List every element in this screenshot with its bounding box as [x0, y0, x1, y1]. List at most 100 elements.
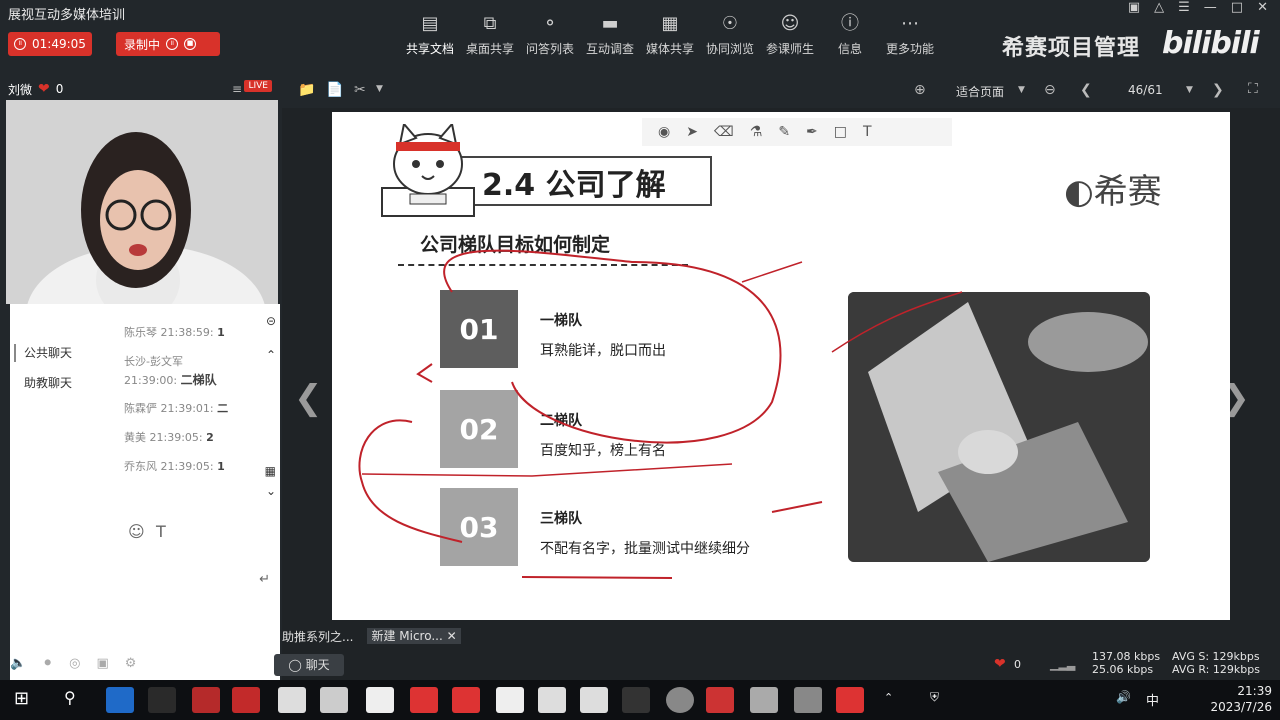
close-icon[interactable]: ✕: [447, 629, 457, 643]
live-badge: LIVE: [244, 80, 272, 92]
pdf-icon[interactable]: [452, 687, 480, 713]
tab-assistant-chat[interactable]: 助教聊天: [24, 374, 72, 391]
info-icon: ⓘ: [841, 13, 859, 34]
scroll-up-icon[interactable]: ⌃: [266, 348, 276, 362]
text-format-icon[interactable]: T: [156, 522, 166, 541]
nvidia-icon[interactable]: [622, 687, 650, 713]
clock[interactable]: 21:39 2023/7/26: [1210, 683, 1272, 715]
fullscreen-icon[interactable]: ⛶: [1248, 81, 1258, 97]
app-icon[interactable]: [410, 687, 438, 713]
app-icon[interactable]: [666, 687, 694, 713]
ie-icon[interactable]: [106, 687, 134, 713]
microphone-icon[interactable]: ⚫: [42, 656, 53, 671]
heart-icon[interactable]: ❤: [38, 81, 50, 97]
presenter-name: 刘微: [8, 82, 33, 97]
stop-record-icon[interactable]: ■: [184, 38, 197, 50]
red-annotations: [358, 249, 963, 579]
minimize-icon[interactable]: —: [1204, 0, 1217, 15]
screen-icon[interactable]: ▣: [96, 656, 108, 671]
list-icon[interactable]: ≡: [232, 82, 242, 96]
settings-icon[interactable]: ▣: [1128, 0, 1140, 15]
app-icon[interactable]: [794, 687, 822, 713]
subtab-boost[interactable]: 助推系列之...: [282, 628, 353, 645]
volume-icon[interactable]: 🔊: [1116, 690, 1131, 704]
tab-public-chat[interactable]: 公共聊天: [24, 344, 72, 361]
app-icon[interactable]: [496, 687, 524, 713]
folder-icon[interactable]: 📁: [298, 82, 315, 98]
avg-send: AVG S: 129kbps: [1172, 650, 1260, 663]
speaker-icon[interactable]: 🔈: [10, 656, 26, 671]
app-icon[interactable]: [836, 687, 864, 713]
chevron-down-icon[interactable]: ▼: [1018, 85, 1025, 95]
survey-icon: ▬: [601, 13, 619, 34]
slide-prev-arrow[interactable]: ❮: [294, 378, 323, 418]
app-icon[interactable]: [192, 687, 220, 713]
file-icon[interactable]: 📄: [326, 82, 343, 98]
record-label: 录制中: [124, 37, 161, 52]
tool-cobrowse[interactable]: ☉ 协同浏览: [700, 10, 760, 57]
tool-media[interactable]: ▦ 媒体共享: [640, 10, 700, 57]
tool-share-doc[interactable]: ▤ 共享文档: [400, 10, 460, 57]
timer-button[interactable]: ॥ 01:49:05: [8, 32, 92, 56]
chat-message: 长沙-彭文军: [124, 355, 183, 368]
avg-receive: AVG R: 129kbps: [1172, 663, 1260, 676]
viewer-toolbar: 📁 📄 ✂ ▼ ⊕ 适合页面 ▼ ⊖ ❮ 46/61 ▼ ❯ ⛶: [282, 72, 1280, 110]
subtab-new-micro[interactable]: 新建 Micro... ✕: [367, 628, 461, 644]
tool-qa[interactable]: ⚬ 问答列表: [520, 10, 580, 57]
camera-icon[interactable]: ◎: [69, 656, 80, 671]
chat-button[interactable]: ◯ 聊天: [274, 654, 344, 676]
fit-select[interactable]: 适合页面: [956, 83, 1004, 100]
tool-survey[interactable]: ▬ 互动调查: [580, 10, 640, 57]
scroll-down-icon[interactable]: ⌄: [266, 484, 276, 498]
next-page-icon[interactable]: ❯: [1212, 82, 1224, 98]
bottom-controls: 🔈 ⚫ ◎ ▣ ⚙: [10, 656, 136, 671]
page-indicator: 46/61: [1128, 83, 1163, 97]
app-icon[interactable]: [750, 687, 778, 713]
zoom-out-icon[interactable]: ⊖: [1044, 82, 1056, 98]
menu-icon[interactable]: ☰: [1178, 0, 1190, 15]
chevron-down-icon[interactable]: ▼: [1186, 85, 1193, 95]
powerpoint-icon[interactable]: [706, 687, 734, 713]
maximize-icon[interactable]: □: [1231, 0, 1243, 15]
status-likes: 0: [1014, 658, 1021, 671]
search-icon[interactable]: ⚲: [64, 688, 76, 707]
tool-participants[interactable]: ☺ 参课师生: [760, 10, 820, 57]
scissors-icon[interactable]: ✂: [354, 82, 366, 98]
shield-icon[interactable]: ⛨: [930, 690, 939, 705]
presenter-video: [6, 100, 278, 304]
chat-message: 陈霖俨 21:39:01: 二: [124, 402, 229, 415]
tool-desktop-share[interactable]: ⧉ 桌面共享: [460, 10, 520, 57]
browse-icon: ☉: [721, 13, 739, 34]
app-icon[interactable]: [320, 687, 348, 713]
windows-start-icon[interactable]: ⊞: [14, 688, 29, 709]
ime-indicator[interactable]: 中: [1146, 690, 1159, 709]
collapse-icon[interactable]: ⊝: [266, 314, 276, 328]
scrollbar-thumb[interactable]: ▦: [265, 464, 276, 478]
heart-icon[interactable]: ❤: [994, 656, 1006, 672]
app-title: 展视互动多媒体培训: [8, 8, 126, 23]
chevron-down-icon[interactable]: ▼: [376, 84, 383, 94]
app-icon[interactable]: [148, 687, 176, 713]
pause-icon: ॥: [14, 38, 26, 50]
tool-info[interactable]: ⓘ 信息: [820, 10, 880, 57]
record-button[interactable]: 录制中 ॥ ■: [116, 32, 220, 56]
tool-more[interactable]: ⋯ 更多功能: [880, 10, 940, 57]
pause-record-icon[interactable]: ॥: [166, 38, 179, 50]
pin-icon[interactable]: △: [1154, 0, 1164, 15]
slide-area: ❮ ❯ ◉ ➤ ⌫ ⚗ ✎ ✒ □ T 2.4 公司了解 ◐希赛 公司梯队目标如…: [282, 108, 1280, 628]
app-icon[interactable]: [278, 687, 306, 713]
enter-icon[interactable]: ↵: [259, 572, 270, 587]
app-icon[interactable]: [232, 687, 260, 713]
presenter-bar: 刘微 ❤ 0 ≡ LIVE: [8, 80, 278, 98]
prev-page-icon[interactable]: ❮: [1080, 82, 1092, 98]
chevron-up-icon[interactable]: ⌃: [884, 691, 893, 704]
zoom-in-icon[interactable]: ⊕: [914, 82, 926, 98]
app-icon[interactable]: [538, 687, 566, 713]
app-icon[interactable]: [366, 687, 394, 713]
app-icon[interactable]: [580, 687, 608, 713]
emoji-icon[interactable]: ☺: [128, 522, 145, 541]
window-controls: ▣ △ ☰ — □ ✕: [1128, 0, 1268, 15]
chat-bubble-icon: ◯: [288, 658, 302, 672]
close-icon[interactable]: ✕: [1257, 0, 1268, 15]
gear-icon[interactable]: ⚙: [125, 656, 137, 671]
